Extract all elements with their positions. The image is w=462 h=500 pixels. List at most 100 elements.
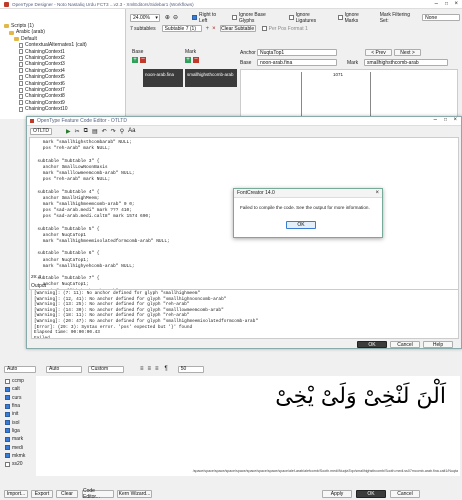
remove-icon[interactable]: × (212, 26, 216, 32)
cancel-button[interactable]: Cancel (390, 490, 420, 498)
error-dialog-message: Failed to compile the code. See the outp… (240, 205, 370, 210)
mark-filtering-select[interactable]: None (422, 14, 461, 21)
anchor-select[interactable]: NuqtaTop1 (257, 49, 337, 56)
editor-maximize-icon[interactable]: □ (444, 117, 447, 123)
feature-item[interactable]: liga (3, 427, 33, 435)
import-button[interactable]: Import... (4, 490, 28, 498)
feature-item[interactable]: ccmp (3, 377, 33, 385)
dialog-close-icon[interactable]: × (375, 189, 379, 198)
font-dropdown[interactable]: OTLTD (30, 127, 52, 135)
remove-base-button[interactable]: – (140, 56, 146, 63)
feature-item[interactable]: isol (3, 418, 33, 426)
feature-item[interactable]: mark (3, 435, 33, 443)
base-cell[interactable]: noon-arab.fina (143, 69, 183, 87)
add-mark-button[interactable]: + (185, 57, 191, 63)
code-editor-help-button[interactable]: Help (423, 341, 453, 348)
help-label: Help (432, 341, 444, 348)
per-pos-format-checkbox[interactable] (261, 26, 267, 31)
feature-item[interactable]: ss20 (3, 460, 33, 468)
feature-item[interactable]: calt (3, 385, 33, 393)
align-right-icon[interactable]: ≡ (155, 366, 159, 372)
align-left-icon[interactable]: ≡ (140, 366, 144, 372)
font-size-icon[interactable]: Aa (128, 128, 135, 134)
maximize-icon[interactable]: □ (445, 1, 448, 7)
lookup-panel: Base Mark + – + – noon-arab.fina smallhi… (130, 48, 238, 118)
right-to-left-checkbox[interactable] (191, 15, 197, 20)
editor-minimize-icon[interactable]: – (434, 117, 437, 123)
apply-button[interactable]: Apply (322, 490, 352, 498)
anchor-controls: Anchor NuqtaTop1 < Prev Next > Base noon… (240, 48, 460, 68)
ignore-marks-label: Ignore Marks (344, 11, 359, 24)
feature-checkbox[interactable] (5, 378, 10, 384)
mode-select[interactable]: Custom (88, 365, 124, 373)
text-direction-icon[interactable]: ¶ (165, 366, 168, 372)
add-base-button[interactable]: + (132, 57, 138, 63)
base-select-label: Base (240, 60, 252, 66)
feature-item[interactable]: fina (3, 402, 33, 410)
clear-button[interactable]: Clear (56, 490, 78, 498)
export-button[interactable]: Export (31, 490, 53, 498)
search-icon[interactable]: ⚲ (120, 128, 124, 135)
feature-item[interactable]: init (3, 410, 33, 418)
feature-checkbox[interactable] (5, 403, 10, 409)
undo-icon[interactable]: ↶ (102, 128, 107, 135)
feature-checkbox[interactable] (5, 411, 10, 417)
preview-canvas[interactable]: اَلْنَ لَنْخِیْ وَلَیْ یْخِیْ /space/spa… (36, 376, 460, 476)
sidebar-tree: Scripts (1) Arabic (arab) Default Contextua… (0, 9, 126, 119)
feature-checkbox[interactable] (5, 428, 10, 434)
kern-wizard-button[interactable]: Kern Wizard... (117, 490, 152, 498)
feature-checkbox[interactable] (5, 395, 10, 401)
feature-checkbox[interactable] (5, 461, 10, 467)
output-panel[interactable]: [Warning]: (7: 11): No anchor defined fo… (31, 289, 459, 339)
feature-item[interactable]: mkmk (3, 452, 33, 460)
prev-button[interactable]: < Prev (365, 49, 392, 56)
clear-subtable-button[interactable]: Clear Subtable (219, 25, 256, 32)
redo-icon[interactable]: ↷ (111, 128, 116, 135)
font-size-value: 50 (180, 366, 187, 372)
feature-checkbox[interactable] (5, 420, 10, 426)
play-icon[interactable]: ▶ (66, 128, 71, 135)
remove-mark-button[interactable]: – (193, 56, 199, 63)
feature-item[interactable]: medi (3, 443, 33, 451)
ignore-ligatures-checkbox[interactable] (288, 15, 294, 20)
close-icon[interactable]: × (454, 1, 458, 7)
ok-button[interactable]: OK (356, 490, 386, 498)
feature-checkbox[interactable] (5, 445, 10, 451)
copy-icon[interactable]: ⧉ (84, 128, 88, 135)
base-glyph-select[interactable]: noon-arab.fina (257, 59, 337, 66)
language-select[interactable]: Auto (46, 365, 82, 373)
mark-glyph-select[interactable]: smallhighsthcomb-arab (364, 59, 448, 66)
script-select[interactable]: Auto (4, 365, 36, 373)
ignore-marks-checkbox[interactable] (337, 15, 343, 20)
mark-cell[interactable]: smallhighsthcomb-arab (185, 69, 237, 87)
minimize-icon[interactable]: – (435, 1, 438, 7)
feature-item[interactable]: curs (3, 394, 33, 402)
code-editor-cancel-button[interactable]: Cancel (390, 341, 420, 348)
code-editor-button[interactable]: Code Editor... (82, 488, 114, 500)
toolbar-row-2: 7 subtables Subtable 7 (1) + × Clear Sub… (130, 24, 460, 33)
code-editor-title-bar: OpenType Feature Code Editor - OTLTD – □… (27, 117, 461, 126)
zoom-select[interactable]: 24.00% ▾ (130, 13, 160, 22)
feature-checkbox[interactable] (5, 436, 10, 442)
document-icon (19, 55, 23, 61)
glyph-canvas[interactable]: 1071 (240, 69, 458, 119)
zoom-in-icon[interactable]: ⊕ (165, 14, 170, 21)
editor-close-icon[interactable]: × (453, 117, 457, 123)
app-icon (4, 1, 9, 7)
next-button[interactable]: Next > (394, 49, 421, 56)
subtable-select[interactable]: Subtable 7 (1) (161, 25, 202, 32)
font-size-select[interactable]: 50 (177, 365, 204, 373)
code-editor-label: Code Editor... (83, 488, 100, 500)
add-icon[interactable]: + (206, 26, 210, 32)
feature-checkbox[interactable] (5, 453, 10, 459)
feature-checkbox[interactable] (5, 386, 10, 392)
error-dialog-ok-button[interactable]: OK (286, 221, 316, 229)
paste-icon[interactable]: ▤ (92, 128, 98, 135)
sidebar-item[interactable]: ChainingContext10 (4, 106, 125, 112)
align-center-icon[interactable]: ≡ (148, 366, 152, 372)
anchor-label: Anchor (240, 50, 256, 56)
ignore-base-glyphs-checkbox[interactable] (231, 15, 237, 20)
zoom-out-icon[interactable]: ⊖ (173, 14, 178, 21)
cut-icon[interactable]: ✂ (75, 128, 80, 135)
code-editor-ok-button[interactable]: OK (357, 341, 387, 348)
